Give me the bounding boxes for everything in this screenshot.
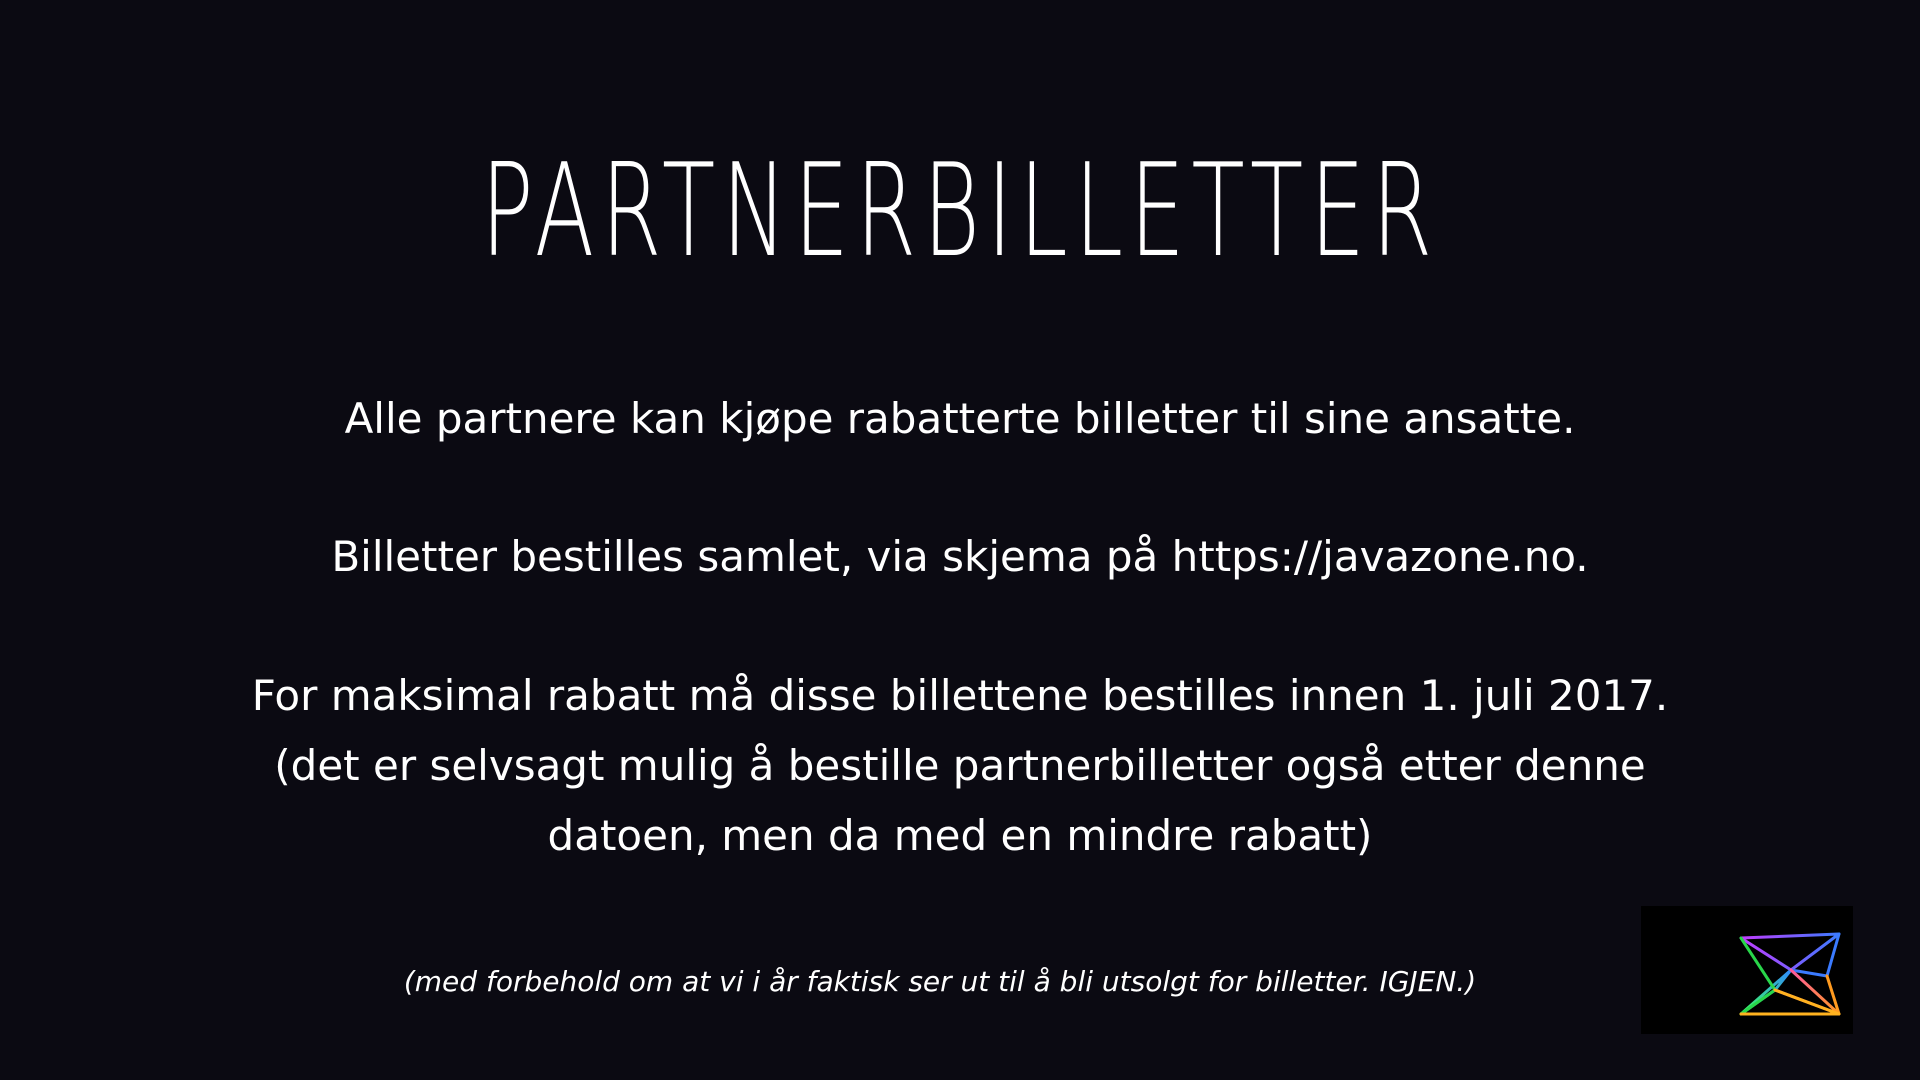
logo-box <box>1641 906 1853 1034</box>
body-line-partners: Alle partnere kan kjøpe rabatterte bille… <box>344 394 1576 443</box>
footnote: (med forbehold om at vi i år faktisk ser… <box>403 965 1477 998</box>
slide: PARTNERBILLETTER Alle partnere kan kjøpe… <box>0 0 1920 1080</box>
body-line-note-2: datoen, men da med en mindre rabatt) <box>547 811 1373 860</box>
body-line-ordering: Billetter bestilles samlet, via skjema p… <box>331 532 1589 581</box>
body-line-note-1: (det er selvsagt mulig å bestille partne… <box>274 741 1646 790</box>
javazone-logo-icon <box>1739 932 1841 1016</box>
slide-title: PARTNERBILLETTER <box>480 137 1440 286</box>
body-line-deadline: For maksimal rabatt må disse billettene … <box>251 671 1669 720</box>
